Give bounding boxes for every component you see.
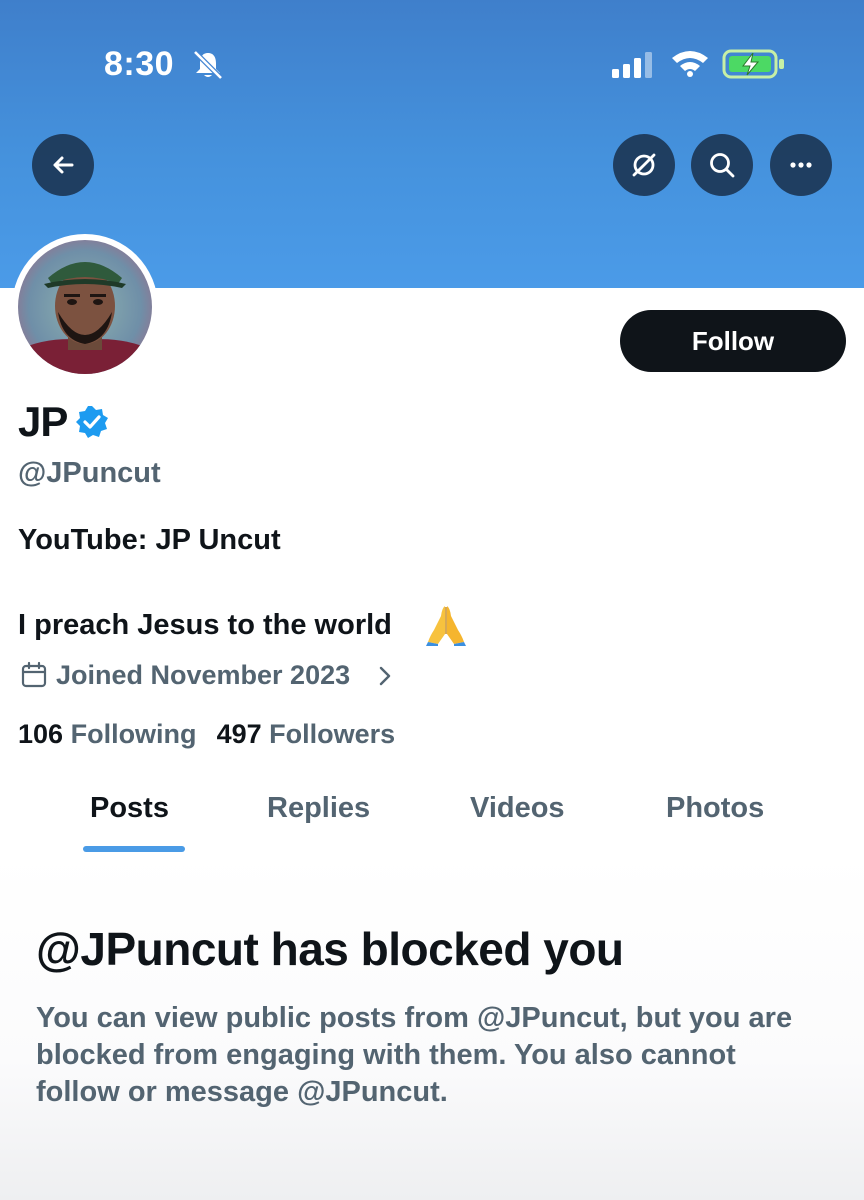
bell-slash-icon: [193, 50, 223, 80]
cellular-signal-icon: [612, 52, 652, 78]
followers-link[interactable]: 497 Followers: [217, 719, 396, 749]
folded-hands-emoji: [426, 606, 466, 646]
display-name: JP: [18, 398, 68, 445]
following-label: Following: [70, 719, 197, 749]
search-icon: [710, 153, 735, 178]
chevron-right-icon[interactable]: [378, 665, 392, 687]
grok-icon: [632, 153, 656, 177]
follow-button[interactable]: Follow: [620, 310, 846, 372]
profile-handle: @JPuncut: [18, 457, 161, 489]
followers-label: Followers: [269, 719, 396, 749]
tab-photos[interactable]: Photos: [666, 788, 764, 828]
avatar: [18, 240, 152, 374]
tab-videos[interactable]: Videos: [470, 788, 565, 828]
arrow-left-icon: [53, 156, 74, 174]
blocked-message: You can view public posts from @JPuncut,…: [36, 1002, 793, 1108]
following-link[interactable]: 106 Following: [18, 719, 197, 749]
calendar-icon: [21, 661, 47, 688]
battery-charging-icon: [722, 49, 784, 79]
following-count: 106: [18, 719, 64, 749]
search-button[interactable]: [691, 134, 753, 196]
more-options-button[interactable]: [770, 134, 832, 196]
follow-stats: 106 Following 497 Followers: [18, 716, 395, 752]
profile-tabs: Posts Replies Videos Photos: [0, 766, 864, 853]
back-button[interactable]: [32, 134, 94, 196]
status-time: 8:30: [104, 45, 175, 83]
bio-line: YouTube: JP Uncut: [18, 524, 281, 556]
joined-date[interactable]: Joined November 2023: [56, 657, 350, 693]
verified-badge-icon[interactable]: [74, 404, 110, 440]
blocked-title: @JPuncut has blocked you: [36, 923, 624, 975]
tab-replies[interactable]: Replies: [267, 788, 370, 828]
wifi-icon: [672, 51, 708, 77]
followers-count: 497: [216, 719, 262, 749]
avatar-frame[interactable]: [12, 234, 158, 380]
tab-posts[interactable]: Posts: [90, 788, 169, 828]
more-horizontal-icon: [790, 162, 812, 168]
bio-line: I preach Jesus to the world: [18, 609, 392, 641]
grok-button[interactable]: [613, 134, 675, 196]
